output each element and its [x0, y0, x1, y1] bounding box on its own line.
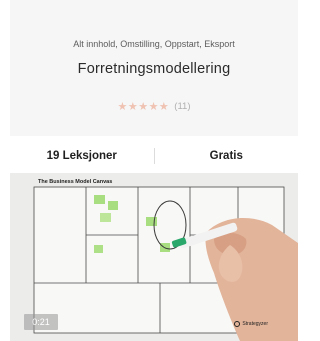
strategyzer-logo-icon [234, 321, 241, 327]
canvas-title: The Business Model Canvas [38, 179, 113, 185]
course-rating: ★★★★★ (11) [10, 100, 298, 113]
course-thumbnail[interactable]: The Business Model Canvas 0:21 Strategyz… [10, 173, 298, 341]
course-card[interactable]: Alt innhold, Omstilling, Oppstart, Ekspo… [4, 0, 304, 341]
brand-logo: Strategyzer [234, 321, 268, 327]
star-rating-icon: ★★★★★ [117, 101, 170, 113]
course-title[interactable]: Forretningsmodellering [10, 61, 298, 77]
brand-name: Strategyzer [242, 321, 268, 327]
course-meta-row: 19 Leksjoner Gratis [10, 143, 298, 169]
course-price: Gratis [209, 150, 243, 162]
course-categories: Alt innhold, Omstilling, Oppstart, Ekspo… [73, 39, 235, 49]
video-duration-badge: 0:21 [24, 314, 58, 330]
lesson-count: 19 Leksjoner [46, 150, 117, 162]
course-card-header: Alt innhold, Omstilling, Oppstart, Ekspo… [10, 0, 298, 136]
rating-count: (11) [174, 101, 191, 112]
